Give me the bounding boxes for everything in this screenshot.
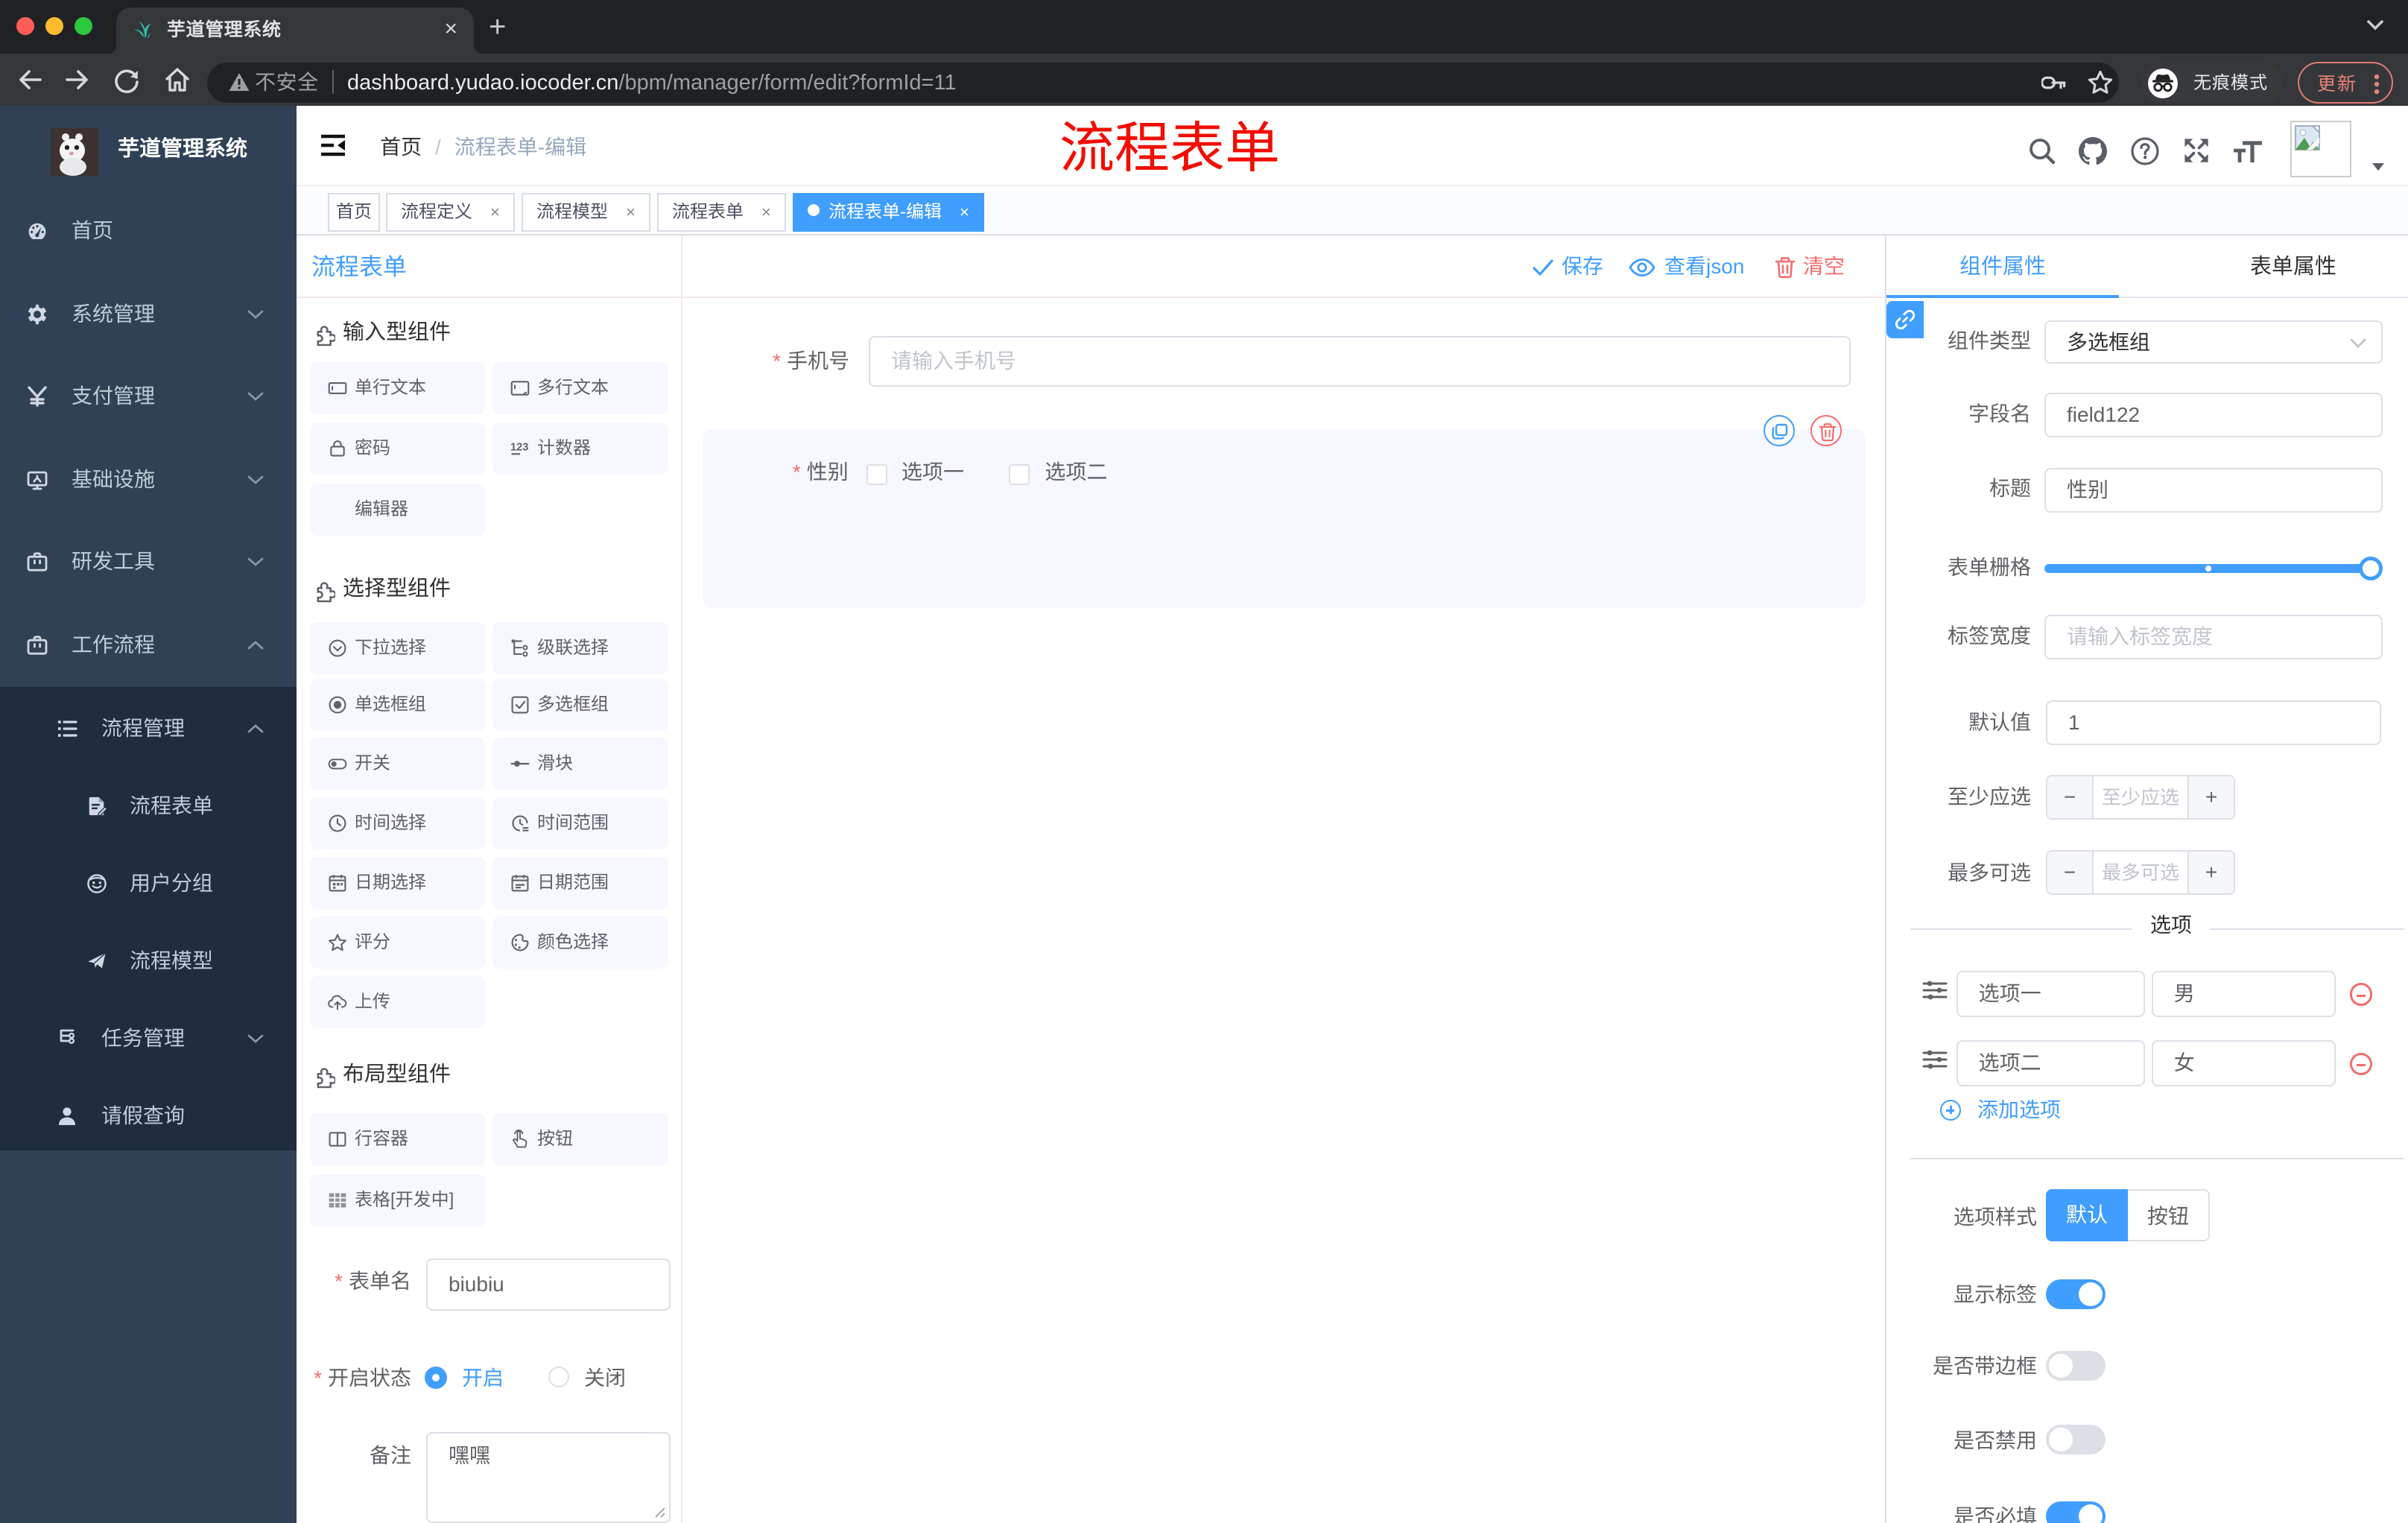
svg-text:123: 123 — [510, 442, 528, 454]
